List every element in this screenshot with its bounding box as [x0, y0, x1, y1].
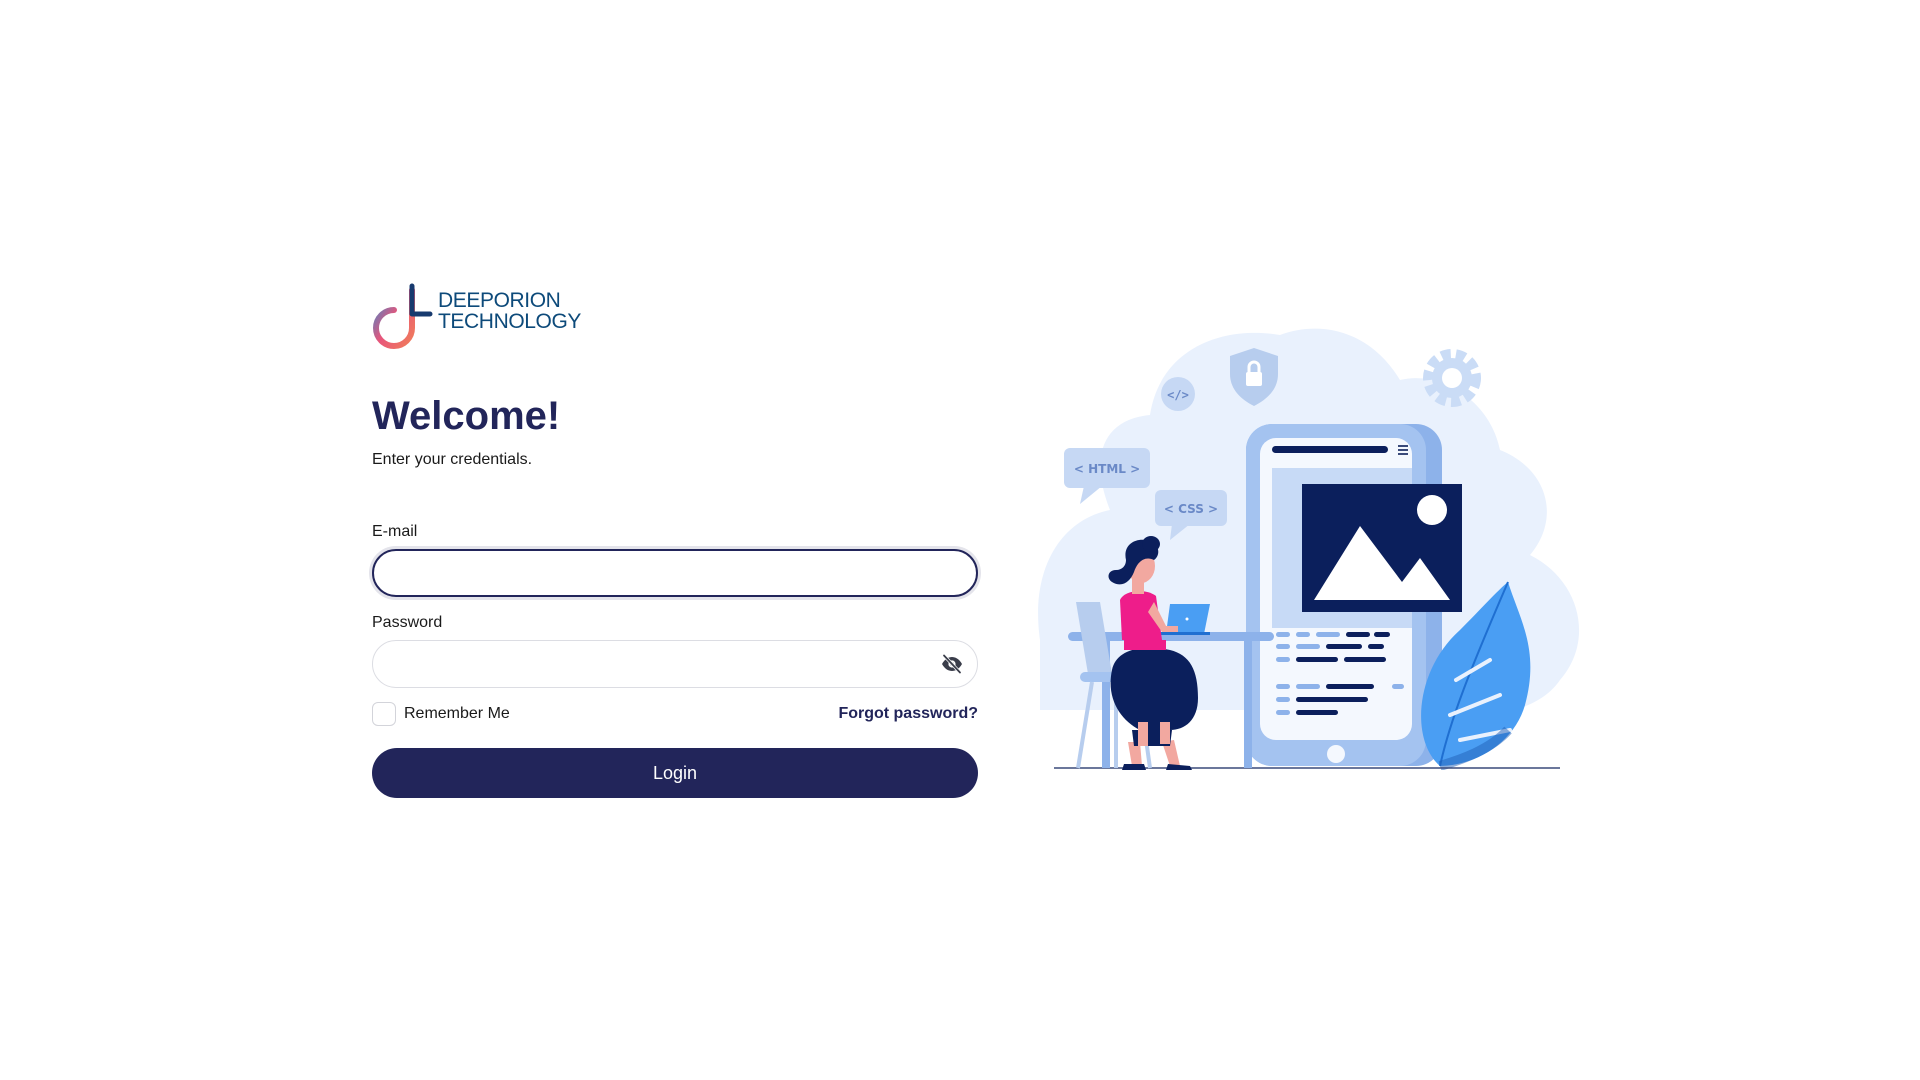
remember-me[interactable]: Remember Me [372, 702, 510, 726]
remember-me-checkbox[interactable] [372, 702, 396, 726]
remember-me-label[interactable]: Remember Me [404, 705, 510, 723]
form-options-row: Remember Me Forgot password? [372, 702, 978, 726]
code-bubble: </> [1161, 377, 1195, 411]
code-tag-text: </> [1167, 388, 1189, 402]
logo-line-2: TECHNOLOGY [438, 310, 582, 333]
forgot-password-link[interactable]: Forgot password? [838, 705, 978, 723]
developer-illustration: </> < HTML > < CSS > [1038, 328, 1580, 770]
password-label: Password [372, 614, 443, 631]
email-label: E-mail [372, 523, 418, 540]
css-tag-text: < CSS > [1164, 502, 1218, 516]
logo-line-1: DEEPORION [438, 289, 561, 312]
company-logo: DEEPORION TECHNOLOGY [372, 282, 978, 354]
login-button[interactable]: Login [372, 748, 978, 798]
eye-off-icon[interactable] [940, 652, 964, 676]
html-tag-text: < HTML > [1074, 462, 1140, 476]
login-panel: DEEPORION TECHNOLOGY Welcome! Enter your… [372, 282, 978, 798]
logo-mark-icon [373, 283, 433, 349]
password-input[interactable] [372, 640, 978, 688]
email-input[interactable] [372, 549, 978, 597]
image-placeholder-icon [1302, 484, 1462, 612]
welcome-title: Welcome! [372, 394, 561, 438]
email-field-wrapper [372, 549, 978, 597]
password-field-wrapper [372, 640, 978, 688]
logo-wordmark: DEEPORION TECHNOLOGY [438, 290, 581, 332]
welcome-subtitle: Enter your credentials. [372, 451, 533, 468]
